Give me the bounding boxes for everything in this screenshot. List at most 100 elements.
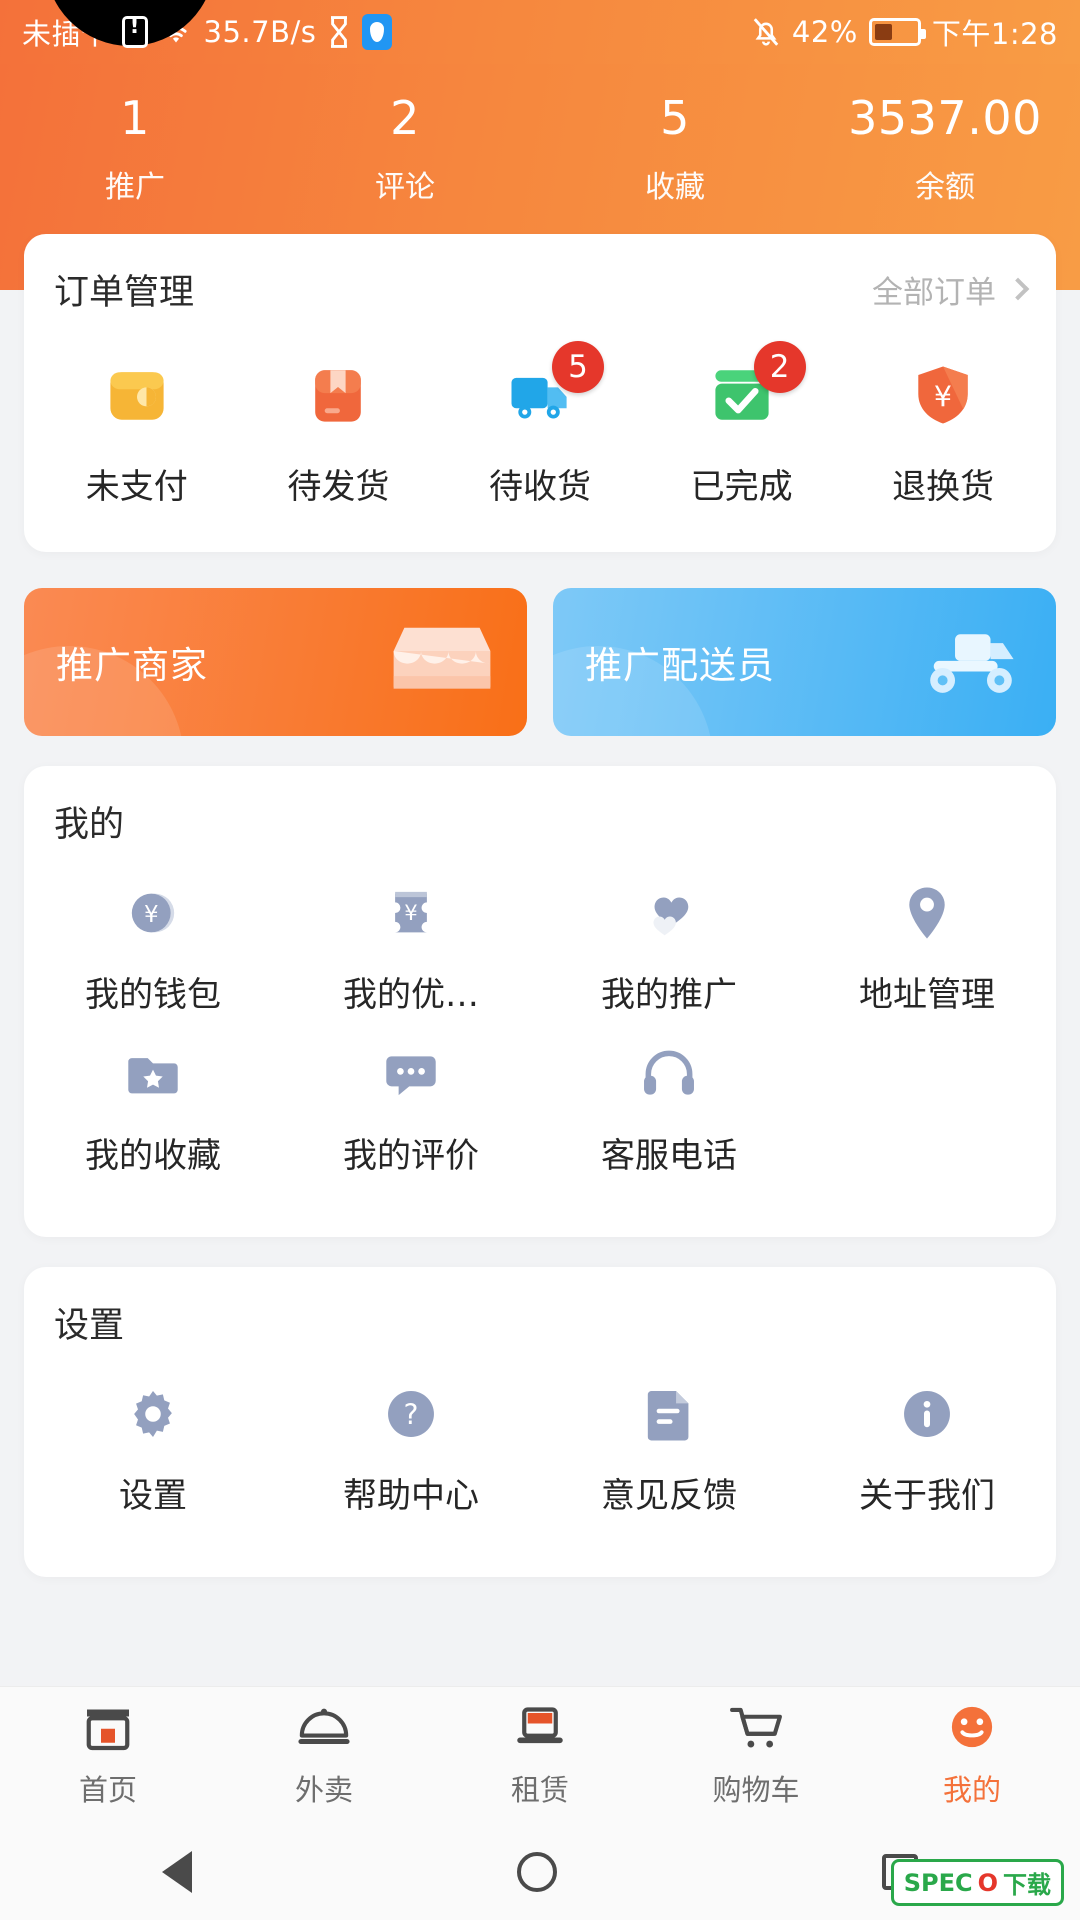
tab-label: 外卖 — [294, 1773, 353, 1807]
smiley-icon — [944, 1702, 1000, 1756]
laptop-icon — [512, 1702, 568, 1756]
mine-item-coupons[interactable]: ¥ 我的优… — [282, 881, 540, 1016]
stat-label: 收藏 — [645, 169, 705, 205]
mine-card-header: 我的 — [24, 766, 1056, 855]
tab-rental[interactable]: 租赁 — [432, 1702, 648, 1809]
watermark: SPEC O 下载 — [890, 1859, 1064, 1906]
tab-label: 购物车 — [712, 1773, 800, 1807]
package-icon — [300, 357, 376, 433]
check-box-icon: 2 — [704, 340, 806, 433]
gear-icon — [121, 1382, 185, 1446]
order-status-label: 已完成 — [690, 466, 793, 507]
sim-card-icon — [121, 14, 148, 48]
comment-dots-icon — [379, 1042, 443, 1106]
mine-item-label: 我的推广 — [601, 974, 737, 1015]
clock-label: 下午1:28 — [931, 17, 1058, 51]
mine-item-label: 我的评价 — [343, 1135, 479, 1176]
bottom-tab-bar: 首页 外卖 租赁 购物车 我的 — [0, 1686, 1080, 1824]
settings-card-header: 设置 — [24, 1267, 1056, 1356]
watermark-text2: O — [977, 1868, 998, 1897]
settings-card-title: 设置 — [54, 1305, 125, 1346]
settings-card: 设置 设置 ? 帮助中心 意见反馈 关于我们 — [24, 1266, 1056, 1577]
settings-item-settings[interactable]: 设置 — [24, 1382, 282, 1517]
mine-card: 我的 ¥ 我的钱包 ¥ 我的优… 我的推广 地址管理 我的收藏 我的评价 客服电… — [24, 765, 1056, 1237]
order-card-title: 订单管理 — [54, 272, 195, 313]
stats-row: 1 推广 2 评论 5 收藏 3537.00 余额 — [0, 90, 1080, 206]
mine-item-label: 我的优… — [343, 974, 479, 1015]
banner-promote-courier[interactable]: 推广配送员 — [553, 587, 1056, 736]
banner-promote-merchant[interactable]: 推广商家 — [24, 587, 527, 736]
mine-item-reviews[interactable]: 我的评价 — [282, 1042, 540, 1177]
settings-grid: 设置 ? 帮助中心 意见反馈 关于我们 — [24, 1356, 1056, 1577]
all-orders-label: 全部订单 — [872, 274, 996, 311]
order-status-pending-ship[interactable]: 待发货 — [238, 357, 440, 508]
order-status-row: 未支付 待发货 5 待收货 2 已完成 ¥ 退换货 — [24, 323, 1056, 552]
stat-balance[interactable]: 3537.00 余额 — [810, 90, 1080, 206]
hearts-icon — [637, 881, 701, 945]
stat-label: 推广 — [105, 169, 165, 205]
order-status-label: 待发货 — [287, 466, 390, 507]
coupon-yen-icon: ¥ — [379, 881, 443, 945]
tab-home[interactable]: 首页 — [0, 1702, 216, 1809]
store-icon — [80, 1702, 136, 1756]
banner-label: 推广配送员 — [585, 643, 775, 687]
refund-shield-icon: ¥ — [905, 357, 981, 433]
stat-favorites[interactable]: 5 收藏 — [540, 90, 810, 206]
stat-label: 余额 — [915, 169, 975, 205]
coin-yen-icon: ¥ — [121, 881, 185, 945]
svg-text:?: ? — [404, 1398, 419, 1431]
tab-mine[interactable]: 我的 — [864, 1702, 1080, 1809]
svg-text:¥: ¥ — [404, 900, 417, 925]
battery-percent-label: 42% — [791, 15, 858, 49]
order-status-completed[interactable]: 2 已完成 — [641, 340, 843, 508]
watermark-text1: SPEC — [903, 1868, 973, 1897]
bell-muted-icon — [751, 16, 781, 48]
stat-value: 3537.00 — [848, 91, 1042, 145]
home-circle-icon[interactable] — [516, 1852, 557, 1892]
location-pin-icon — [895, 881, 959, 945]
shield-icon — [362, 14, 393, 50]
order-badge: 5 — [551, 340, 604, 393]
mine-grid: ¥ 我的钱包 ¥ 我的优… 我的推广 地址管理 我的收藏 我的评价 客服电话 — [24, 855, 1056, 1237]
banner-label: 推广商家 — [56, 643, 208, 687]
headset-icon — [637, 1042, 701, 1106]
stat-value: 5 — [660, 91, 690, 145]
settings-item-feedback[interactable]: 意见反馈 — [540, 1382, 798, 1517]
stat-value: 2 — [390, 91, 420, 145]
settings-item-label: 帮助中心 — [343, 1475, 479, 1516]
chevron-right-icon — [1006, 277, 1030, 301]
stat-value: 1 — [120, 91, 150, 145]
order-card-header: 订单管理 全部订单 — [24, 234, 1056, 323]
stat-label: 评论 — [375, 169, 435, 205]
tab-label: 租赁 — [510, 1773, 569, 1807]
mine-item-address[interactable]: 地址管理 — [798, 881, 1056, 1016]
settings-item-label: 意见反馈 — [601, 1475, 737, 1516]
info-circle-icon — [895, 1382, 959, 1446]
mine-item-service-phone[interactable]: 客服电话 — [540, 1042, 798, 1177]
order-status-unpaid[interactable]: 未支付 — [36, 357, 238, 508]
order-status-pending-receive[interactable]: 5 待收货 — [439, 340, 641, 508]
order-status-refund[interactable]: ¥ 退换货 — [842, 357, 1044, 508]
question-circle-icon: ? — [379, 1382, 443, 1446]
order-badge: 2 — [753, 340, 806, 393]
mine-item-label: 我的收藏 — [85, 1135, 221, 1176]
all-orders-link[interactable]: 全部订单 — [872, 267, 1030, 312]
tab-takeout[interactable]: 外卖 — [216, 1702, 432, 1809]
stat-comments[interactable]: 2 评论 — [270, 90, 540, 206]
order-status-label: 退换货 — [892, 466, 995, 507]
settings-item-about[interactable]: 关于我们 — [798, 1382, 1056, 1517]
back-triangle-icon[interactable] — [162, 1851, 193, 1893]
tab-label: 我的 — [942, 1773, 1001, 1807]
wallet-icon — [99, 357, 175, 433]
mine-card-title: 我的 — [54, 804, 125, 845]
settings-item-help[interactable]: ? 帮助中心 — [282, 1382, 540, 1517]
mine-item-label: 我的钱包 — [85, 974, 221, 1015]
stat-promotions[interactable]: 1 推广 — [0, 90, 270, 206]
shop-icon — [387, 617, 497, 707]
mine-item-favorites[interactable]: 我的收藏 — [24, 1042, 282, 1177]
settings-item-label: 设置 — [119, 1475, 187, 1516]
mine-item-promotion[interactable]: 我的推广 — [540, 881, 798, 1016]
mine-item-wallet[interactable]: ¥ 我的钱包 — [24, 881, 282, 1016]
settings-item-label: 关于我们 — [859, 1475, 995, 1516]
tab-cart[interactable]: 购物车 — [648, 1702, 864, 1809]
